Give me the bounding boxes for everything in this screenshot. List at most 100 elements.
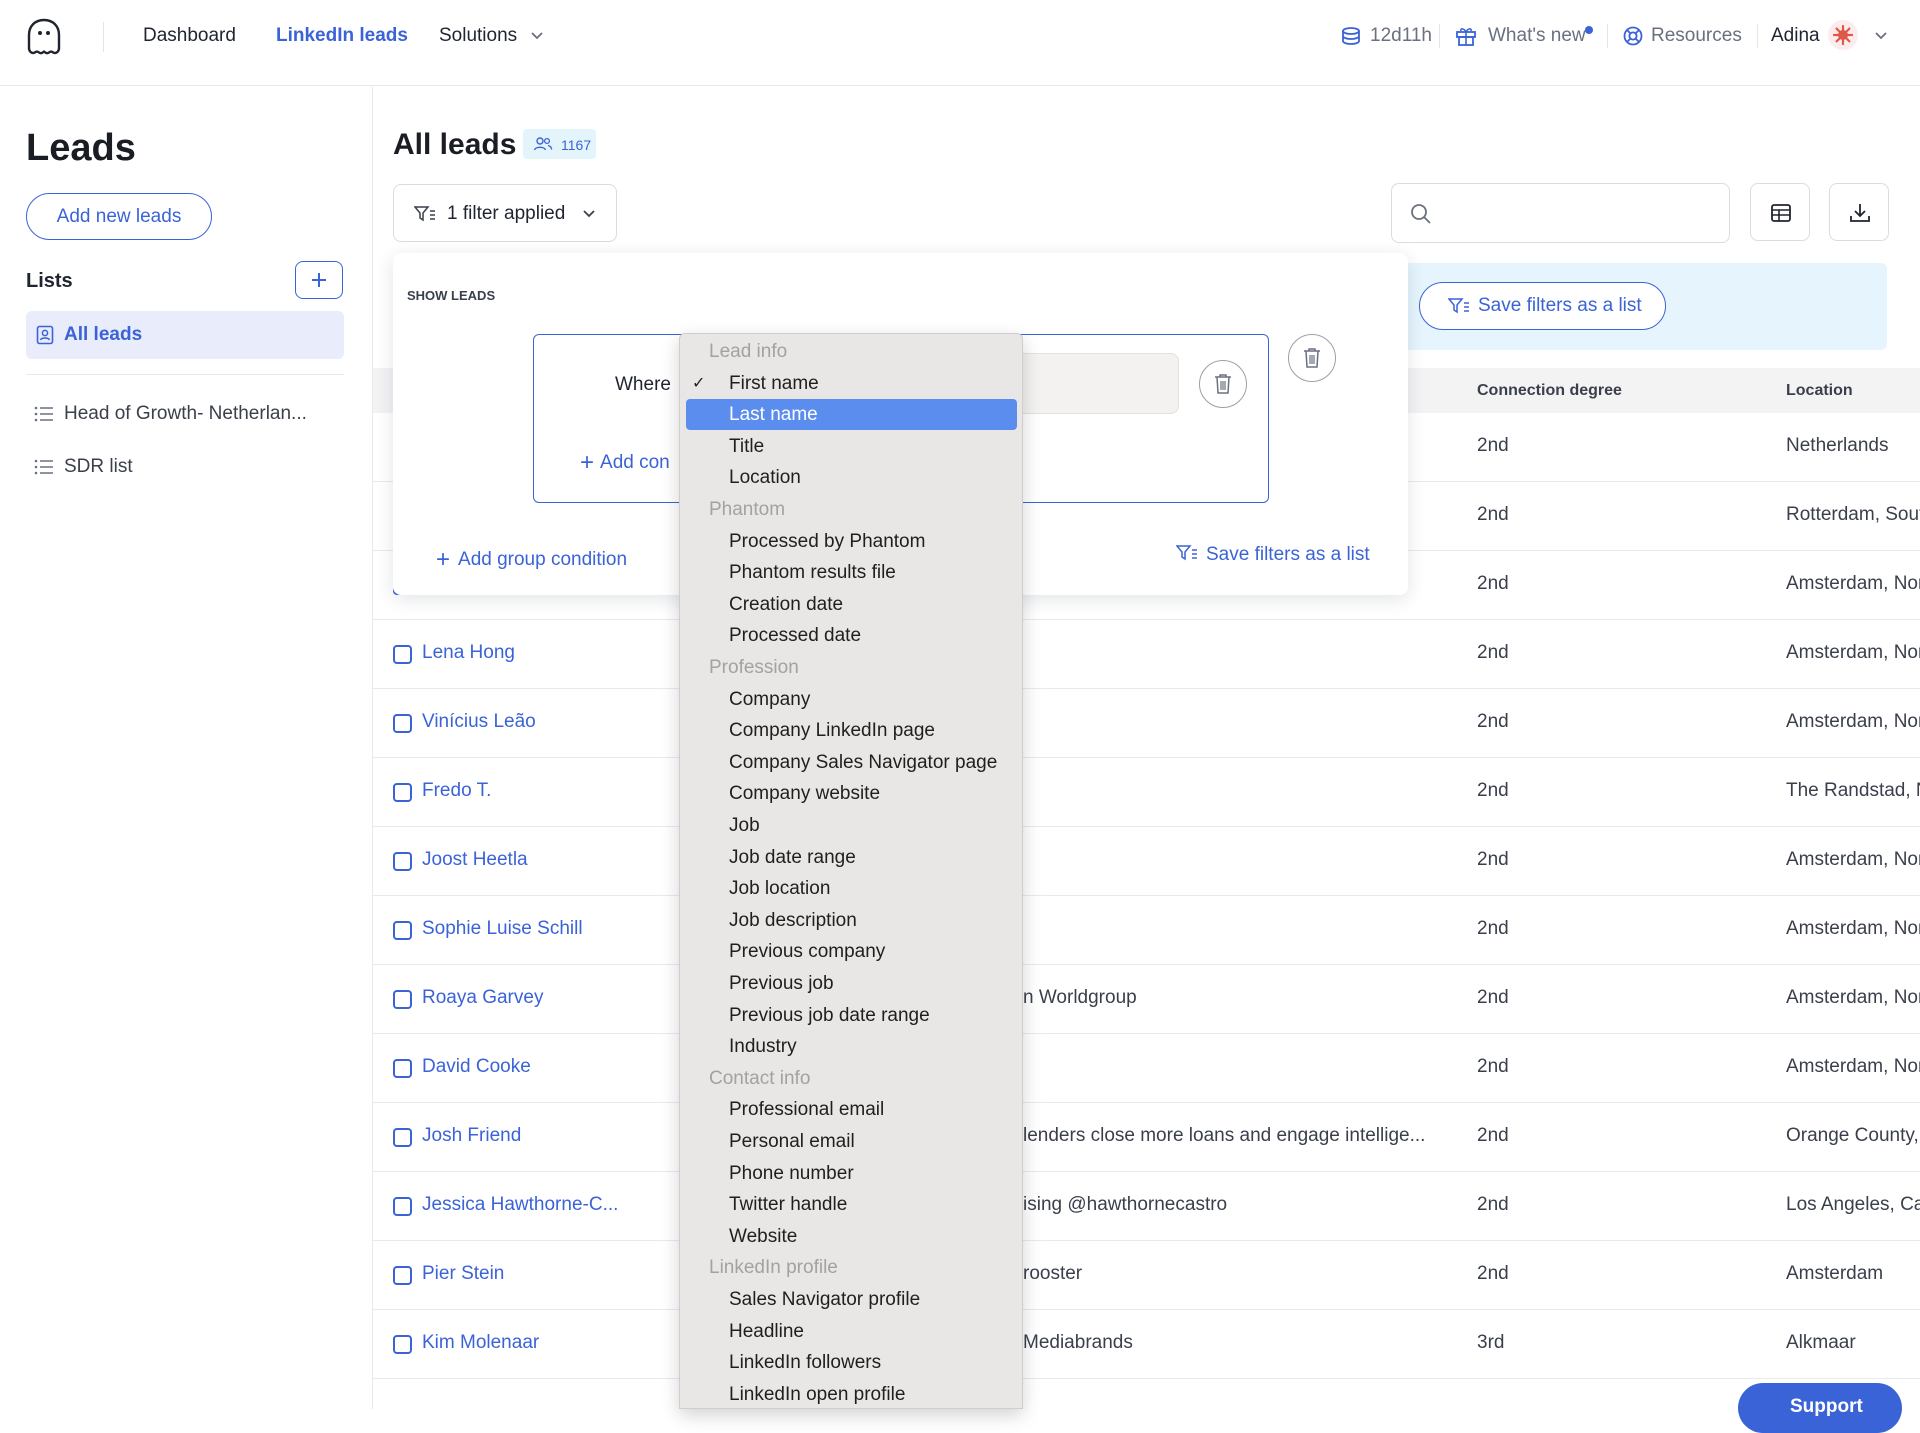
lead-name[interactable]: Joost Heetla (422, 849, 528, 871)
lead-name[interactable]: Sophie Luise Schill (422, 918, 583, 940)
user-name[interactable]: Adina (1771, 24, 1820, 48)
chevron-down-icon[interactable] (1874, 31, 1888, 41)
menu-option[interactable]: Phone number (680, 1158, 1022, 1189)
delete-condition-button[interactable] (1199, 360, 1247, 408)
row-checkbox[interactable] (393, 1335, 412, 1354)
menu-option[interactable]: Location (680, 462, 1022, 493)
menu-option[interactable]: Phantom results file (680, 557, 1022, 588)
menu-option[interactable]: Previous company (680, 936, 1022, 967)
menu-option[interactable]: LinkedIn open profile (680, 1379, 1022, 1408)
column-connection-degree[interactable]: Connection degree (1477, 382, 1622, 400)
table-row[interactable]: Roaya Garvey n Worldgroup 2nd Amsterdam, No… (373, 965, 1920, 1034)
menu-group-label: LinkedIn profile (680, 1252, 1022, 1283)
credits-time[interactable]: 12d11h (1370, 24, 1432, 48)
whats-new-link[interactable]: What's new (1488, 24, 1586, 48)
save-filters-button[interactable]: Save filters as a list (1419, 282, 1666, 330)
delete-group-button[interactable] (1288, 334, 1336, 382)
nav-linkedin-leads[interactable]: LinkedIn leads (276, 24, 408, 48)
table-row[interactable]: Kim Molenaar Mediabrands 3rd Alkmaar (373, 1310, 1920, 1379)
menu-option[interactable]: Company LinkedIn page (680, 715, 1022, 746)
add-new-leads-button[interactable]: Add new leads (26, 193, 212, 240)
menu-group-label: Lead info (680, 336, 1022, 367)
lead-name[interactable]: Fredo T. (422, 780, 491, 802)
nav-dashboard[interactable]: Dashboard (143, 24, 236, 48)
column-location[interactable]: Location (1786, 382, 1853, 400)
chevron-down-icon[interactable] (530, 31, 544, 41)
row-checkbox[interactable] (393, 714, 412, 733)
table-row[interactable]: Josh Friend lenders close more loans and … (373, 1103, 1920, 1172)
menu-option[interactable]: Personal email (680, 1126, 1022, 1157)
menu-option[interactable]: Industry (680, 1031, 1022, 1062)
row-checkbox[interactable] (393, 645, 412, 664)
add-list-button[interactable] (295, 261, 343, 299)
table-row[interactable]: Fredo T. 2nd The Randstad, N (373, 758, 1920, 827)
lead-name[interactable]: Kim Molenaar (422, 1332, 539, 1354)
columns-button[interactable] (1750, 183, 1810, 241)
menu-option[interactable]: Job (680, 810, 1022, 841)
lead-name[interactable]: Vinícius Leão (422, 711, 536, 733)
menu-option[interactable]: Website (680, 1221, 1022, 1252)
menu-option[interactable]: Company (680, 684, 1022, 715)
row-checkbox[interactable] (393, 1059, 412, 1078)
menu-option[interactable]: Sales Navigator profile (680, 1284, 1022, 1315)
menu-option[interactable]: Previous job date range (680, 1000, 1022, 1031)
filter-dropdown-button[interactable]: 1 filter applied (393, 184, 617, 242)
menu-option[interactable]: Company Sales Navigator page (680, 747, 1022, 778)
nav-solutions[interactable]: Solutions (439, 24, 517, 48)
menu-option[interactable]: ✓ First name (680, 368, 1022, 399)
row-checkbox[interactable] (393, 852, 412, 871)
connection-degree: 2nd (1477, 1263, 1509, 1284)
menu-option[interactable]: Job description (680, 905, 1022, 936)
menu-option[interactable]: Twitter handle (680, 1189, 1022, 1220)
menu-option[interactable]: Job location (680, 873, 1022, 904)
lead-name[interactable]: Lena Hong (422, 642, 515, 664)
avatar[interactable] (1828, 20, 1858, 50)
menu-option[interactable]: Headline (680, 1316, 1022, 1347)
lead-name[interactable]: Josh Friend (422, 1125, 521, 1147)
menu-option[interactable]: LinkedIn followers (680, 1347, 1022, 1378)
row-checkbox[interactable] (393, 921, 412, 940)
export-button[interactable] (1829, 183, 1889, 241)
phantombuster-logo-icon[interactable] (26, 18, 62, 56)
menu-option[interactable]: Processed by Phantom (680, 526, 1022, 557)
menu-option[interactable]: Last name (686, 399, 1017, 431)
menu-option[interactable]: Job date range (680, 842, 1022, 873)
row-checkbox[interactable] (393, 783, 412, 802)
row-checkbox[interactable] (393, 990, 412, 1009)
table-row[interactable]: David Cooke 2nd Amsterdam, Nor (373, 1034, 1920, 1103)
trash-icon (1303, 347, 1321, 369)
menu-item-label: Phantom results file (729, 562, 896, 584)
checkmark-icon: ✓ (692, 374, 706, 392)
add-group-condition-button[interactable]: + Add group condition (436, 544, 627, 573)
add-condition-button[interactable]: + Add con (580, 447, 670, 476)
table-row[interactable]: Lena Hong 2nd Amsterdam, Nor (373, 620, 1920, 689)
menu-option[interactable]: Company website (680, 778, 1022, 809)
save-filters-link[interactable]: Save filters as a list (1176, 544, 1370, 566)
menu-option[interactable]: Professional email (680, 1094, 1022, 1125)
lead-name[interactable]: Pier Stein (422, 1263, 504, 1285)
lead-name[interactable]: Jessica Hawthorne-C... (422, 1194, 618, 1216)
menu-item-label: Last name (729, 404, 818, 426)
filter-value-input[interactable] (1015, 353, 1179, 414)
row-checkbox[interactable] (393, 1128, 412, 1147)
row-checkbox[interactable] (393, 1266, 412, 1285)
menu-item-label: Phantom (709, 499, 786, 520)
table-row[interactable]: Sophie Luise Schill 2nd Amsterdam, Nor (373, 896, 1920, 965)
row-checkbox[interactable] (393, 1197, 412, 1216)
menu-option[interactable]: Creation date (680, 589, 1022, 620)
table-row[interactable]: Joost Heetla 2nd Amsterdam, Nor (373, 827, 1920, 896)
search-input[interactable] (1391, 183, 1730, 243)
table-row[interactable]: Jessica Hawthorne-C... ising @hawthorneca… (373, 1172, 1920, 1241)
support-button[interactable]: Support (1738, 1383, 1902, 1433)
page-title: Leads (26, 127, 136, 169)
lead-location: Amsterdam, Nor (1786, 711, 1920, 732)
menu-option[interactable]: Previous job (680, 968, 1022, 999)
menu-option[interactable]: Title (680, 431, 1022, 462)
lead-name[interactable]: David Cooke (422, 1056, 531, 1078)
resources-link[interactable]: Resources (1651, 24, 1742, 48)
table-row[interactable]: Pier Stein rooster 2nd Amsterdam (373, 1241, 1920, 1310)
table-row[interactable]: Vinícius Leão 2nd Amsterdam, Nor (373, 689, 1920, 758)
lead-name[interactable]: Roaya Garvey (422, 987, 543, 1009)
sidebar-item-all-leads[interactable]: All leads (26, 311, 344, 359)
menu-option[interactable]: Processed date (680, 620, 1022, 651)
